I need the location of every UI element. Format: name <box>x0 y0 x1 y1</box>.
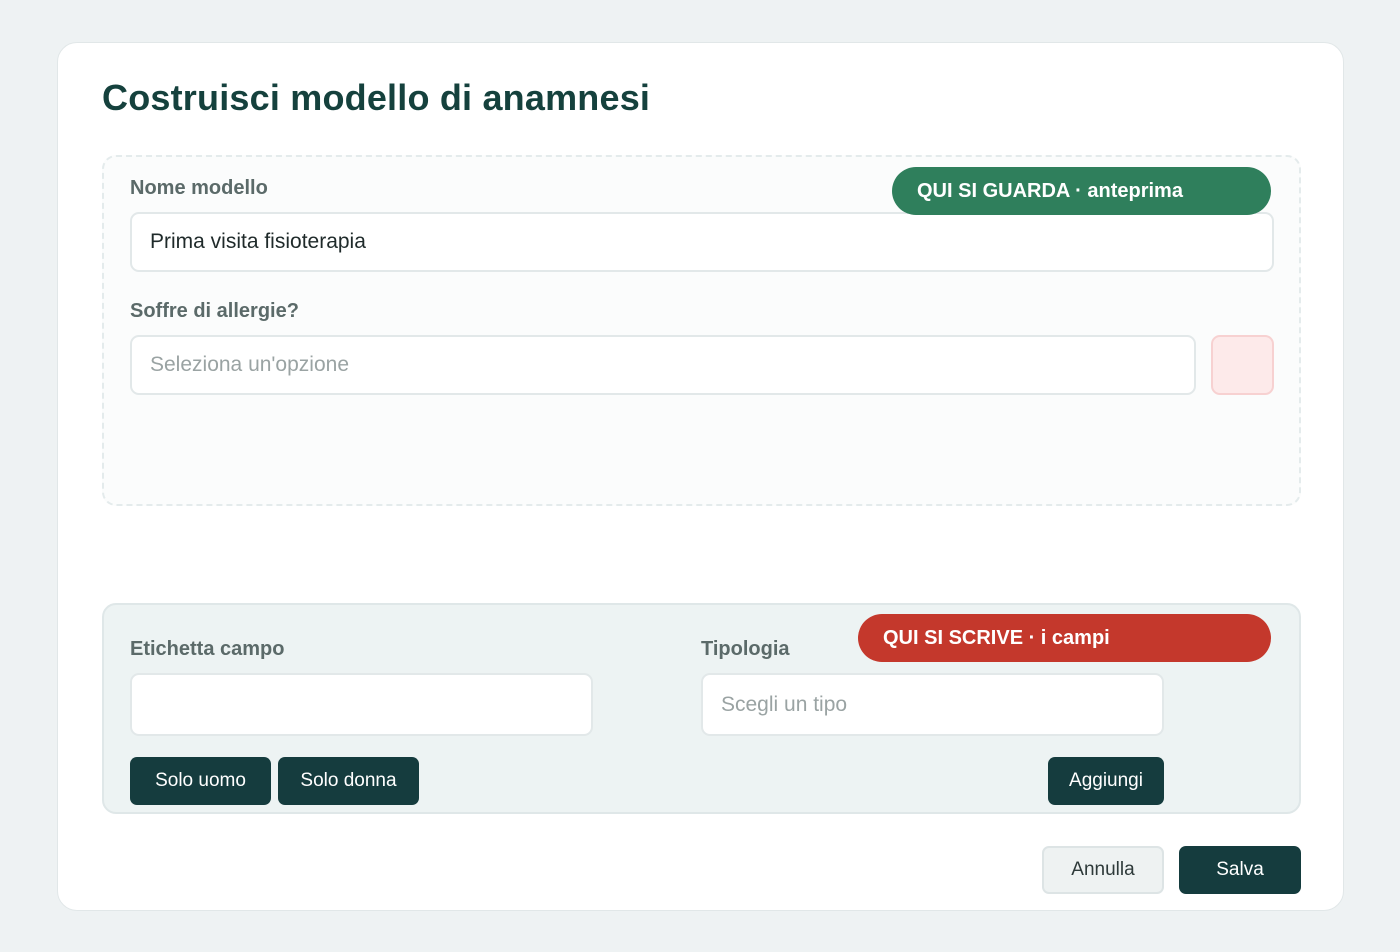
save-button[interactable]: Salva <box>1179 846 1301 894</box>
only-female-button[interactable]: Solo donna <box>278 757 419 805</box>
page-title: Costruisci modello di anamnesi <box>102 77 651 118</box>
field-label-input[interactable] <box>130 673 593 736</box>
template-name-input[interactable]: Prima visita fisioterapia <box>130 212 1274 272</box>
question-label: Soffre di allergie? <box>130 300 299 322</box>
field-builder-panel: Etichetta campo Tipologia Scegli un tipo… <box>102 603 1301 814</box>
field-type-title: Tipologia <box>701 638 790 660</box>
field-label-title: Etichetta campo <box>130 638 285 660</box>
cancel-button[interactable]: Annulla <box>1042 846 1164 894</box>
template-builder-card: Costruisci modello di anamnesi Nome mode… <box>57 42 1344 911</box>
question-select[interactable]: Seleziona un'opzione <box>130 335 1196 395</box>
remove-question-button[interactable] <box>1211 335 1274 395</box>
preview-panel: Nome modello Prima visita fisioterapia Q… <box>102 155 1301 506</box>
preview-badge: QUI SI GUARDA · anteprima <box>892 167 1271 215</box>
template-name-label: Nome modello <box>130 177 268 199</box>
add-field-button[interactable]: Aggiungi <box>1048 757 1164 805</box>
builder-badge: QUI SI SCRIVE · i campi <box>858 614 1271 662</box>
only-male-button[interactable]: Solo uomo <box>130 757 271 805</box>
field-type-select[interactable]: Scegli un tipo <box>701 673 1164 736</box>
